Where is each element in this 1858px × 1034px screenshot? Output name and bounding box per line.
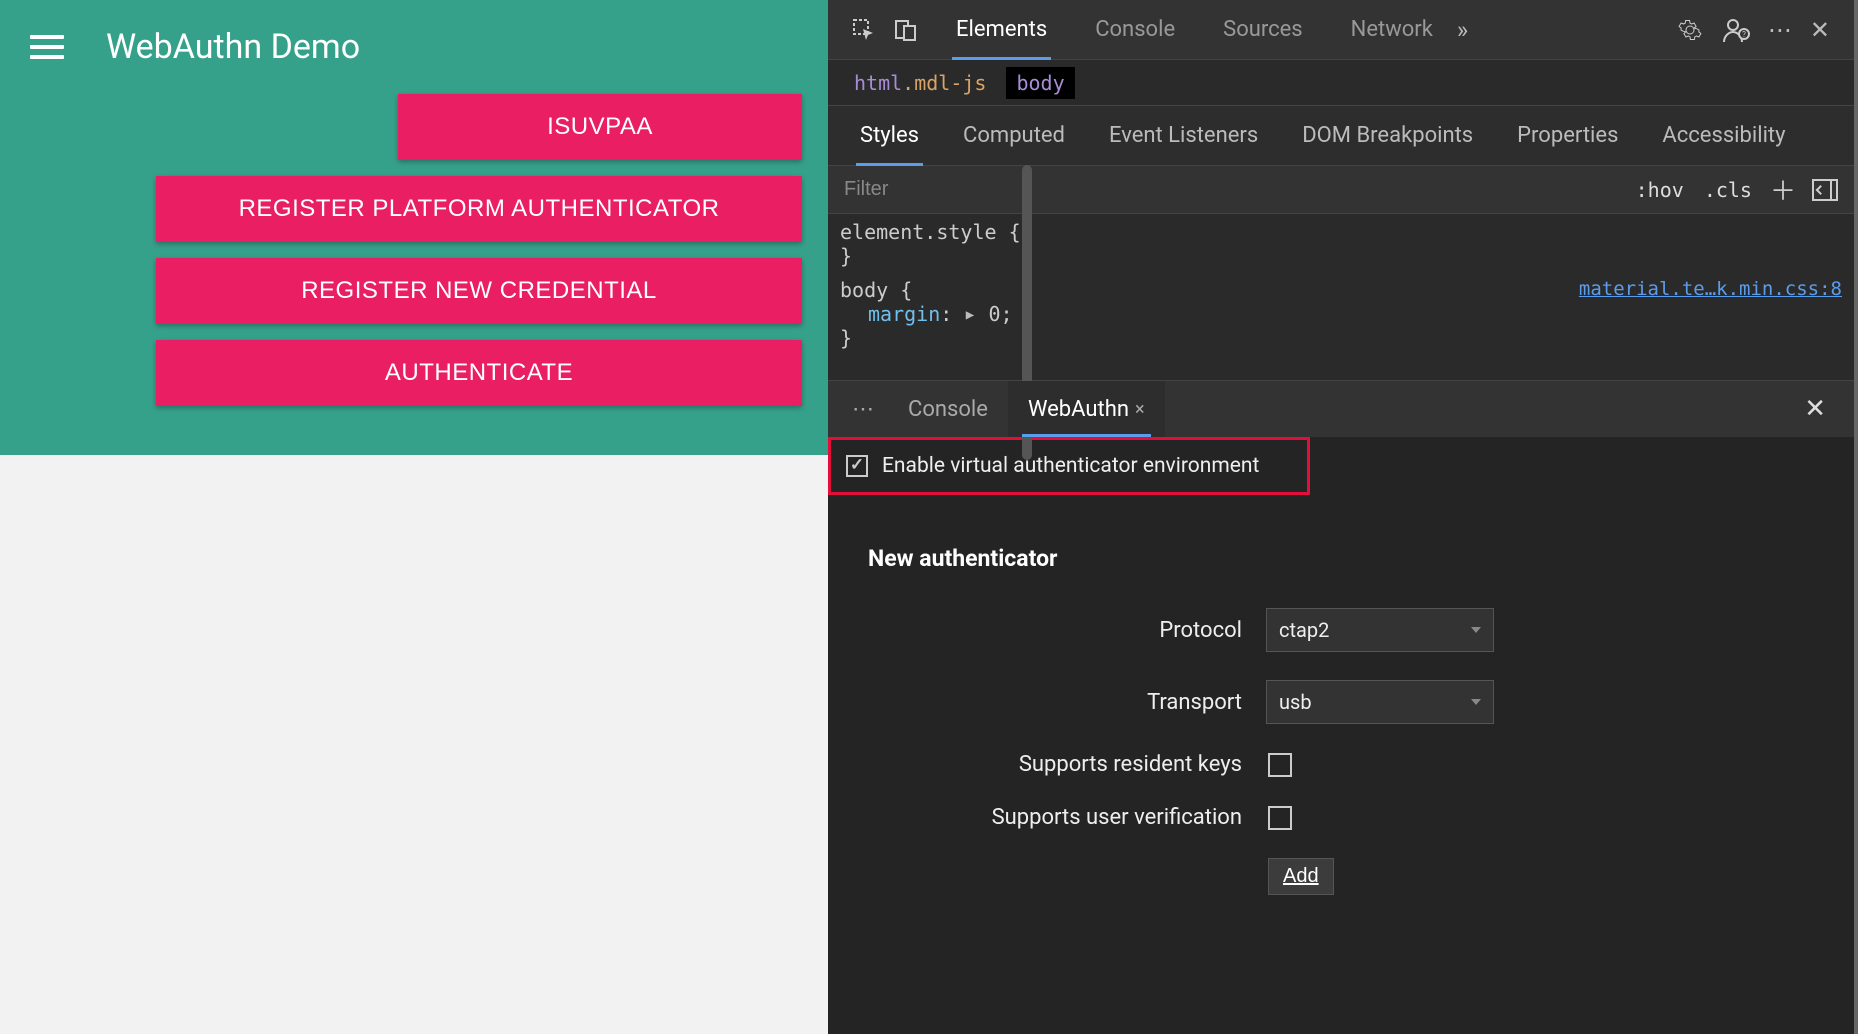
- authenticate-button[interactable]: AUTHENTICATE: [156, 340, 802, 406]
- protocol-select[interactable]: ctap2: [1266, 608, 1494, 652]
- tab-elements[interactable]: Elements: [932, 0, 1071, 60]
- css-property[interactable]: margin: ▶ 0;: [840, 302, 1842, 326]
- transport-value: usb: [1279, 690, 1312, 714]
- caret-down-icon: [1471, 627, 1481, 633]
- sidebar-toggle-icon[interactable]: [1812, 179, 1838, 201]
- cls-toggle[interactable]: .cls: [1694, 178, 1762, 202]
- tab-network[interactable]: Network: [1327, 0, 1457, 60]
- hamburger-menu-icon[interactable]: [30, 35, 64, 59]
- transport-label: Transport: [868, 690, 1266, 715]
- stylesheet-link[interactable]: material.te…k.min.css:8: [1579, 278, 1842, 300]
- subtab-styles[interactable]: Styles: [838, 106, 941, 166]
- app-titlebar: WebAuthn Demo: [0, 0, 828, 94]
- devtools-main-tabs: Elements Console Sources Network » ? ⋯ ✕: [828, 0, 1854, 60]
- hov-toggle[interactable]: :hov: [1626, 178, 1694, 202]
- breadcrumb: html.mdl-js body: [828, 60, 1854, 106]
- devtools-drawer: ⋯ Console WebAuthn × ✕ Enable virtual au…: [828, 380, 1854, 1034]
- caret-down-icon: [1471, 699, 1481, 705]
- breadcrumb-selected[interactable]: body: [1006, 67, 1074, 99]
- transport-select[interactable]: usb: [1266, 680, 1494, 724]
- close-devtools-icon[interactable]: ✕: [1810, 16, 1830, 44]
- subtab-computed[interactable]: Computed: [941, 106, 1087, 166]
- add-rule-icon[interactable]: ＋: [1762, 171, 1804, 208]
- enable-virtual-auth-checkbox[interactable]: [846, 455, 868, 477]
- drawer-tab-webauthn[interactable]: WebAuthn ×: [1008, 381, 1165, 437]
- avatar-help-icon[interactable]: ?: [1722, 16, 1750, 44]
- device-toggle-icon[interactable]: [892, 16, 920, 44]
- inspect-element-icon[interactable]: [850, 16, 878, 44]
- user-verification-label: Supports user verification: [868, 805, 1266, 830]
- tab-sources[interactable]: Sources: [1199, 0, 1327, 60]
- subtab-event-listeners[interactable]: Event Listeners: [1087, 106, 1280, 166]
- app-window: WebAuthn Demo ISUVPAA REGISTER PLATFORM …: [0, 0, 828, 1034]
- styles-pane[interactable]: element.style { } material.te…k.min.css:…: [828, 214, 1854, 380]
- register-platform-button[interactable]: REGISTER PLATFORM AUTHENTICATOR: [156, 176, 802, 242]
- styles-filter-bar: :hov .cls ＋: [828, 166, 1854, 214]
- close-drawer-icon[interactable]: ✕: [1804, 394, 1844, 424]
- more-tabs-icon[interactable]: »: [1457, 16, 1468, 44]
- enable-virtual-auth-label: Enable virtual authenticator environment: [882, 454, 1259, 478]
- close-brace-2: }: [840, 326, 852, 350]
- isuvpaa-button[interactable]: ISUVPAA: [398, 94, 802, 160]
- subtab-properties[interactable]: Properties: [1495, 106, 1640, 166]
- styles-filter-input[interactable]: [844, 178, 1626, 201]
- drawer-kebab-icon[interactable]: ⋯: [838, 397, 888, 422]
- new-authenticator-section: New authenticator Protocol ctap2 Transpo…: [828, 495, 1854, 945]
- user-verification-checkbox[interactable]: [1268, 806, 1292, 830]
- close-brace: }: [840, 244, 852, 268]
- subtab-accessibility[interactable]: Accessibility: [1640, 106, 1807, 166]
- drawer-tabs: ⋯ Console WebAuthn × ✕: [828, 381, 1854, 437]
- new-authenticator-heading: New authenticator: [868, 545, 1814, 572]
- element-style-selector: element.style {: [840, 220, 1021, 244]
- breadcrumb-root[interactable]: html.mdl-js: [844, 67, 996, 99]
- drawer-tab-webauthn-label: WebAuthn: [1028, 397, 1129, 422]
- kebab-menu-icon[interactable]: ⋯: [1768, 16, 1792, 44]
- app-header: WebAuthn Demo ISUVPAA REGISTER PLATFORM …: [0, 0, 828, 455]
- add-authenticator-button[interactable]: Add: [1268, 858, 1334, 895]
- settings-gear-icon[interactable]: [1676, 16, 1704, 44]
- register-new-credential-button[interactable]: REGISTER NEW CREDENTIAL: [156, 258, 802, 324]
- close-tab-icon[interactable]: ×: [1135, 399, 1145, 420]
- svg-text:?: ?: [1742, 30, 1746, 39]
- protocol-value: ctap2: [1279, 618, 1329, 642]
- body-selector: body {: [840, 278, 912, 302]
- protocol-label: Protocol: [868, 618, 1266, 643]
- drawer-tab-console[interactable]: Console: [888, 381, 1008, 437]
- app-title: WebAuthn Demo: [106, 27, 360, 67]
- app-button-column: ISUVPAA REGISTER PLATFORM AUTHENTICATOR …: [0, 94, 828, 406]
- resident-keys-checkbox[interactable]: [1268, 753, 1292, 777]
- subtab-dom-breakpoints[interactable]: DOM Breakpoints: [1280, 106, 1495, 166]
- tab-console[interactable]: Console: [1071, 0, 1199, 60]
- devtools-panel: Elements Console Sources Network » ? ⋯ ✕…: [828, 0, 1858, 1034]
- webauthn-panel: Enable virtual authenticator environment…: [828, 437, 1854, 1034]
- styles-subtabs: Styles Computed Event Listeners DOM Brea…: [828, 106, 1854, 166]
- enable-virtual-auth-row[interactable]: Enable virtual authenticator environment: [828, 437, 1310, 495]
- resident-keys-label: Supports resident keys: [868, 752, 1266, 777]
